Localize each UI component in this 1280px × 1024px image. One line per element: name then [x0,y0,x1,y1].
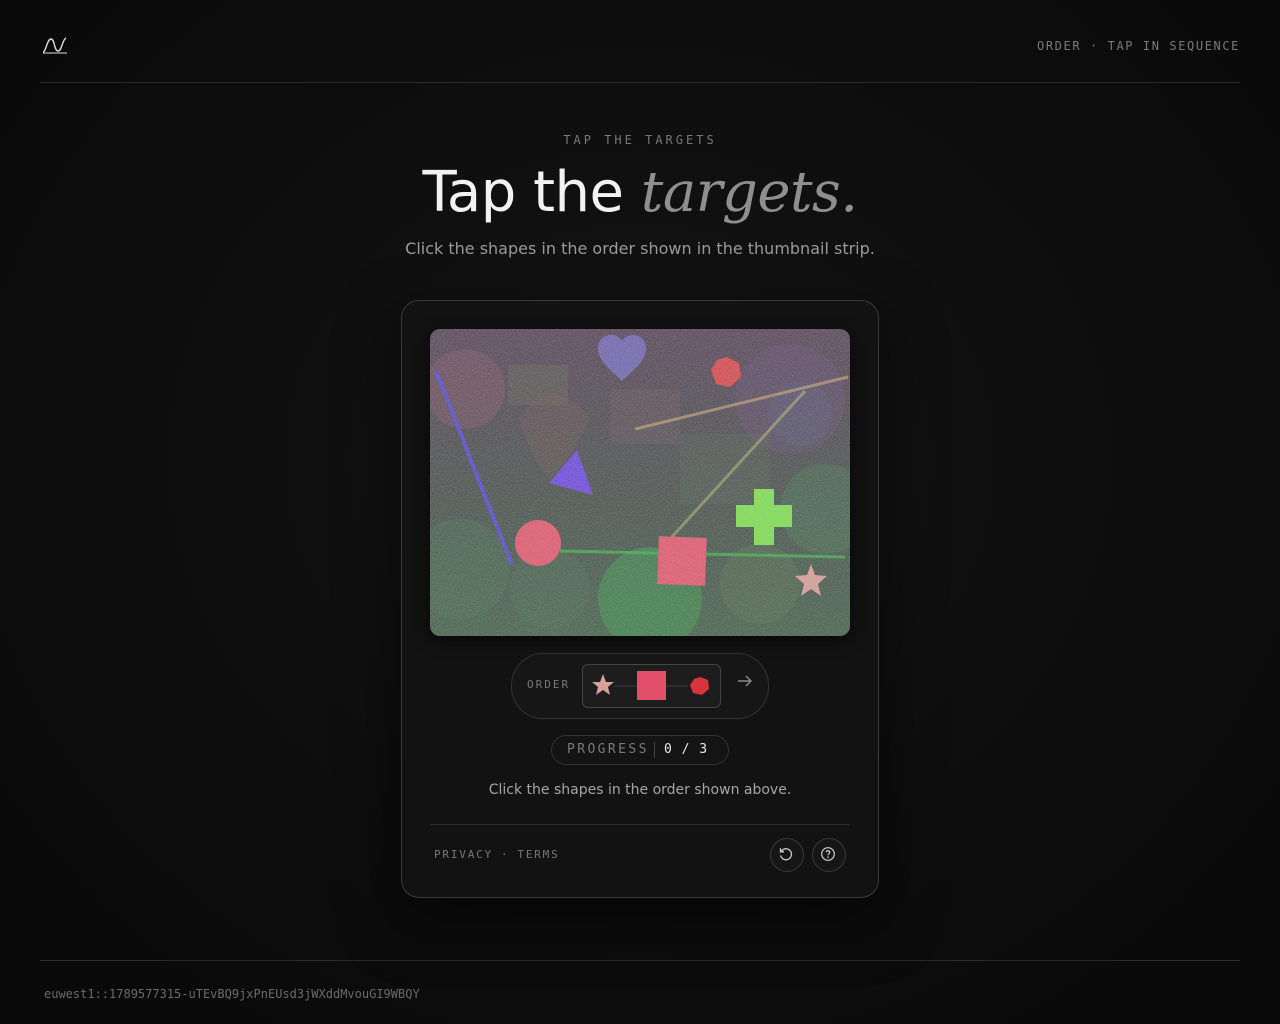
terms-link[interactable]: TERMS [517,848,559,861]
square-shape[interactable] [657,536,707,586]
help-button[interactable] [812,838,846,872]
square-thumb [637,671,666,700]
privacy-link[interactable]: PRIVACY [434,848,493,861]
challenge-canvas-svg[interactable] [430,329,850,636]
title-emphasis: targets. [640,160,858,225]
progress-indicator: PROGRESS 0 / 3 [551,735,729,765]
star-thumb [592,674,614,695]
captcha-page: ORDER · TAP IN SEQUENCE TAP THE TARGETS … [0,0,1280,1024]
arrow-right-icon [738,675,752,687]
challenge-canvas[interactable] [430,329,850,636]
circle-shape[interactable] [515,520,561,566]
hexagon-thumb [690,677,709,695]
progress-value: 0 / 3 [664,742,709,757]
order-thumbnail-strip [582,664,721,708]
reload-icon [779,848,793,861]
help-icon [821,847,835,861]
session-id: euwest1::1789577315-uTEvBQ9jxPnEUsd3jWXd… [44,987,420,1001]
bg-blob [768,382,832,446]
progress-label: PROGRESS [567,742,649,757]
reload-button[interactable] [770,838,804,872]
title-plain: Tap the [422,160,624,225]
challenge-card: ORDER PROGRESS 0 / 3 Click the shapes in… [401,300,879,898]
eyebrow-label: TAP THE TARGETS [563,133,717,147]
wave-logo-icon [42,37,67,54]
order-label: ORDER [527,678,571,691]
bg-blob [610,389,680,444]
legal-links: PRIVACY · TERMS [434,848,560,861]
card-divider [430,824,850,825]
instruction-hint: Click the shapes in the order shown abov… [488,782,792,798]
mode-label: ORDER · TAP IN SEQUENCE [1037,39,1240,53]
order-strip-pill: ORDER [511,653,769,719]
page-subtitle: Click the shapes in the order shown in t… [405,239,875,258]
page-title: Tap the targets. [0,158,1280,228]
top-bar: ORDER · TAP IN SEQUENCE [40,24,1240,83]
legal-separator: · [500,848,510,861]
bottom-divider [40,960,1240,961]
progress-divider [654,742,655,758]
order-thumbnails [592,671,709,700]
